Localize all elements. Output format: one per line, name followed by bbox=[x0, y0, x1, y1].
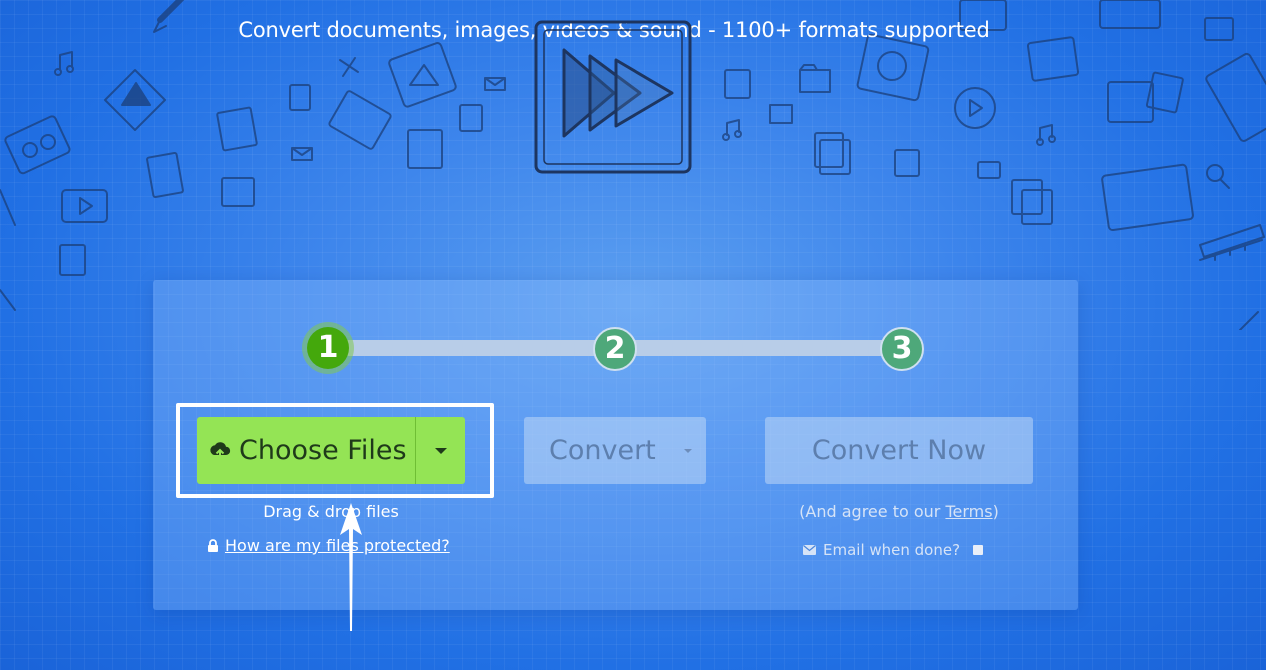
envelope-icon bbox=[803, 545, 816, 555]
step-3-indicator: 3 bbox=[880, 327, 924, 371]
fast-forward-logo bbox=[534, 20, 692, 174]
agree-prefix: (And agree to our bbox=[799, 502, 946, 521]
caret-down-icon bbox=[683, 448, 692, 453]
agree-suffix: ) bbox=[992, 502, 999, 521]
choose-files-button[interactable]: Choose Files bbox=[197, 417, 465, 484]
convert-now-button[interactable]: Convert Now bbox=[765, 417, 1033, 484]
step-2-indicator: 2 bbox=[593, 327, 637, 371]
terms-agreement: (And agree to our Terms) bbox=[765, 502, 1033, 521]
choose-files-dropdown[interactable] bbox=[416, 447, 465, 454]
caret-down-icon bbox=[434, 447, 447, 454]
drag-drop-hint: Drag & drop files bbox=[263, 502, 399, 521]
protection-info: How are my files protected? bbox=[207, 536, 450, 555]
convert-label: Convert bbox=[549, 435, 656, 466]
email-checkbox[interactable] bbox=[973, 545, 984, 555]
step-1-indicator: 1 bbox=[307, 327, 349, 369]
choose-files-label: Choose Files bbox=[239, 435, 407, 466]
choose-files-main[interactable]: Choose Files bbox=[197, 417, 415, 484]
convert-format-dropdown[interactable]: Convert bbox=[524, 417, 706, 484]
cloud-upload-icon bbox=[210, 441, 231, 460]
terms-link[interactable]: Terms bbox=[945, 502, 992, 521]
lock-icon bbox=[208, 539, 218, 552]
email-label: Email when done? bbox=[823, 541, 961, 559]
email-option[interactable]: Email when done? bbox=[803, 541, 984, 559]
pointer-arrow-icon bbox=[340, 503, 362, 631]
